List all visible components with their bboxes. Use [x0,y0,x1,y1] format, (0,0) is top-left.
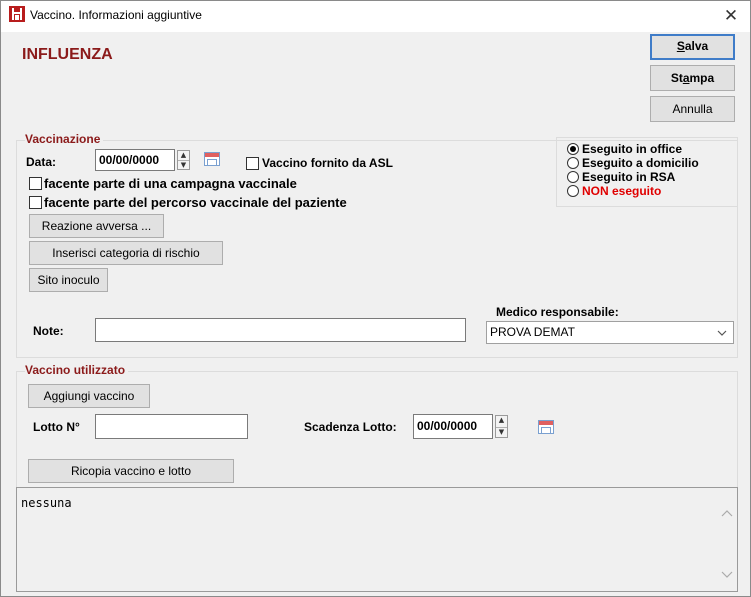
medico-select-value: PROVA DEMAT [490,325,575,339]
radio-office-dot [570,146,576,152]
radio-non-eseguito-label: NON eseguito [582,184,662,198]
calendar-icon[interactable] [204,152,220,166]
medico-select[interactable]: PROVA DEMAT [486,321,734,344]
scadenza-spinner[interactable]: ▲ ▼ [495,415,508,438]
campagna-label: facente parte di una campagna vaccinale [44,176,297,191]
sito-inoculo-button[interactable]: Sito inoculo [29,268,108,292]
note-label: Note: [33,324,64,338]
vaccino-asl-checkbox[interactable] [246,157,259,170]
app-icon [9,6,25,22]
memo-textarea[interactable] [16,487,738,592]
radio-domicilio-label: Eseguito a domicilio [582,156,699,170]
radio-office[interactable] [567,143,579,155]
save-button-mnemonic: S [676,39,685,53]
window-title: Vaccino. Informazioni aggiuntive [30,8,202,22]
radio-rsa[interactable] [567,171,579,183]
ricopia-vaccino-lotto-button[interactable]: Ricopia vaccino e lotto [28,459,234,483]
chevron-down-icon[interactable] [716,327,728,337]
radio-rsa-label: Eseguito in RSA [582,170,676,184]
percorso-label: facente parte del percorso vaccinale del… [44,195,347,210]
campagna-checkbox[interactable] [29,177,42,190]
medico-label: Medico responsabile: [496,305,619,319]
vaccinazione-title: Vaccinazione [25,132,104,146]
categoria-rischio-button[interactable]: Inserisci categoria di rischio [29,241,223,265]
close-icon[interactable]: ✕ [718,4,744,28]
lotto-label: Lotto N° [33,420,80,434]
save-button[interactable]: Salva [650,34,735,60]
scroll-up-icon[interactable] [721,506,733,517]
data-label: Data: [26,155,57,169]
cancel-button[interactable]: Annulla [650,96,735,122]
data-spinner[interactable]: ▲ ▼ [177,150,190,170]
vaccino-asl-label: Vaccino fornito da ASL [262,156,393,170]
print-button[interactable]: Stampa [650,65,735,91]
lotto-field[interactable] [95,414,248,439]
percorso-checkbox[interactable] [29,196,42,209]
scroll-down-icon[interactable] [721,568,733,578]
radio-office-label: Eseguito in office [582,142,683,156]
print-button-label-prefix: St [670,71,683,85]
reazione-avversa-button[interactable]: Reazione avversa ... [29,214,164,238]
print-button-label-rest: mpa [689,71,715,85]
calendar-icon[interactable] [538,420,554,434]
radio-non-eseguito[interactable] [567,185,579,197]
page-title: INFLUENZA [22,46,113,63]
vaccino-utilizzato-title: Vaccino utilizzato [25,363,129,377]
memo-text: nessuna [21,496,72,510]
scadenza-lotto-label: Scadenza Lotto: [304,420,397,434]
radio-domicilio[interactable] [567,157,579,169]
data-field[interactable]: 00/00/0000 [95,149,175,171]
note-field[interactable] [95,318,466,342]
save-button-label-rest: alva [684,39,709,53]
aggiungi-vaccino-button[interactable]: Aggiungi vaccino [28,384,150,408]
print-button-mnemonic: a [682,71,690,85]
scadenza-lotto-field[interactable]: 00/00/0000 [413,414,493,439]
